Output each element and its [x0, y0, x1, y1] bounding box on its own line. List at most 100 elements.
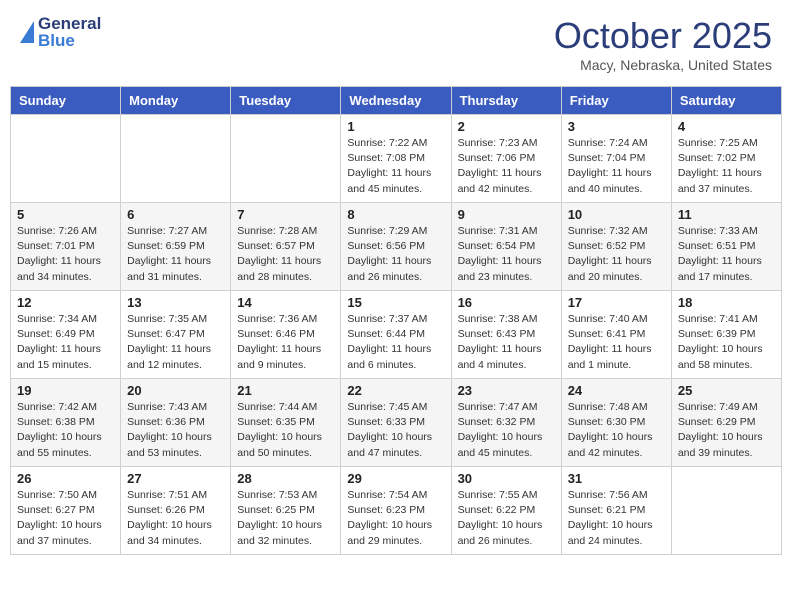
- day-number: 25: [678, 383, 775, 398]
- day-number: 4: [678, 119, 775, 134]
- logo-general: General: [38, 15, 101, 32]
- day-number: 12: [17, 295, 114, 310]
- calendar-cell: 19 Sunrise: 7:42 AM Sunset: 6:38 PM Dayli…: [11, 379, 121, 467]
- day-info: Sunrise: 7:53 AM Sunset: 6:25 PM Dayligh…: [237, 488, 334, 549]
- day-info: Sunrise: 7:55 AM Sunset: 6:22 PM Dayligh…: [458, 488, 555, 549]
- calendar-cell: 21Sunrise: 7:44 AM Sunset: 6:35 PM Dayli…: [231, 379, 341, 467]
- logo-text: General Blue: [38, 15, 101, 49]
- month-title: October 2025: [554, 15, 772, 57]
- logo-blue: Blue: [38, 32, 101, 49]
- day-info: Sunrise: 7:54 AM Sunset: 6:23 PM Dayligh…: [347, 488, 444, 549]
- calendar-cell: 29Sunrise: 7:54 AM Sunset: 6:23 PM Dayli…: [341, 467, 451, 555]
- day-number: 23: [458, 383, 555, 398]
- calendar-cell: 30 Sunrise: 7:55 AM Sunset: 6:22 PM Dayli…: [451, 467, 561, 555]
- calendar-week-1: 1Sunrise: 7:22 AM Sunset: 7:08 PM Daylig…: [11, 115, 782, 203]
- day-number: 21: [237, 383, 334, 398]
- day-number: 20: [127, 383, 224, 398]
- title-block: October 2025 Macy, Nebraska, United Stat…: [554, 15, 772, 73]
- day-number: 28: [237, 471, 334, 486]
- calendar-cell: 16 Sunrise: 7:38 AM Sunset: 6:43 PM Dayli…: [451, 291, 561, 379]
- day-number: 2: [458, 119, 555, 134]
- day-number: 16: [458, 295, 555, 310]
- header-wednesday: Wednesday: [341, 87, 451, 115]
- day-info: Sunrise: 7:34 AM Sunset: 6:49 PM Dayligh…: [17, 312, 114, 373]
- calendar-cell: 4 Sunrise: 7:25 AM Sunset: 7:02 PM Daylig…: [671, 115, 781, 203]
- calendar-cell: 17Sunrise: 7:40 AM Sunset: 6:41 PM Dayli…: [561, 291, 671, 379]
- day-number: 10: [568, 207, 665, 222]
- day-number: 30: [458, 471, 555, 486]
- day-info: Sunrise: 7:48 AM Sunset: 6:30 PM Dayligh…: [568, 400, 665, 461]
- day-info: Sunrise: 7:22 AM Sunset: 7:08 PM Dayligh…: [347, 136, 444, 197]
- calendar-cell: 8Sunrise: 7:29 AM Sunset: 6:56 PM Daylig…: [341, 203, 451, 291]
- calendar-week-5: 26 Sunrise: 7:50 AM Sunset: 6:27 PM Dayli…: [11, 467, 782, 555]
- day-info: Sunrise: 7:56 AM Sunset: 6:21 PM Dayligh…: [568, 488, 665, 549]
- day-number: 13: [127, 295, 224, 310]
- calendar-cell: 20Sunrise: 7:43 AM Sunset: 6:36 PM Dayli…: [121, 379, 231, 467]
- day-info: Sunrise: 7:45 AM Sunset: 6:33 PM Dayligh…: [347, 400, 444, 461]
- day-number: 3: [568, 119, 665, 134]
- day-info: Sunrise: 7:29 AM Sunset: 6:56 PM Dayligh…: [347, 224, 444, 285]
- calendar-cell: 6Sunrise: 7:27 AM Sunset: 6:59 PM Daylig…: [121, 203, 231, 291]
- day-number: 17: [568, 295, 665, 310]
- calendar-week-4: 19 Sunrise: 7:42 AM Sunset: 6:38 PM Dayli…: [11, 379, 782, 467]
- day-info: Sunrise: 7:38 AM Sunset: 6:43 PM Dayligh…: [458, 312, 555, 373]
- calendar-header-row: SundayMondayTuesdayWednesdayThursdayFrid…: [11, 87, 782, 115]
- calendar-cell: 2 Sunrise: 7:23 AM Sunset: 7:06 PM Daylig…: [451, 115, 561, 203]
- calendar-cell: [11, 115, 121, 203]
- calendar-cell: [231, 115, 341, 203]
- day-info: Sunrise: 7:41 AM Sunset: 6:39 PM Dayligh…: [678, 312, 775, 373]
- day-number: 19: [17, 383, 114, 398]
- calendar-cell: 3 Sunrise: 7:24 AM Sunset: 7:04 PM Daylig…: [561, 115, 671, 203]
- day-number: 9: [458, 207, 555, 222]
- day-info: Sunrise: 7:32 AM Sunset: 6:52 PM Dayligh…: [568, 224, 665, 285]
- calendar-cell: 11Sunrise: 7:33 AM Sunset: 6:51 PM Dayli…: [671, 203, 781, 291]
- day-info: Sunrise: 7:26 AM Sunset: 7:01 PM Dayligh…: [17, 224, 114, 285]
- calendar-table: SundayMondayTuesdayWednesdayThursdayFrid…: [10, 86, 782, 555]
- day-info: Sunrise: 7:51 AM Sunset: 6:26 PM Dayligh…: [127, 488, 224, 549]
- day-info: Sunrise: 7:28 AM Sunset: 6:57 PM Dayligh…: [237, 224, 334, 285]
- header-saturday: Saturday: [671, 87, 781, 115]
- day-number: 7: [237, 207, 334, 222]
- calendar-cell: 15 Sunrise: 7:37 AM Sunset: 6:44 PM Dayli…: [341, 291, 451, 379]
- header-thursday: Thursday: [451, 87, 561, 115]
- calendar-cell: 25 Sunrise: 7:49 AM Sunset: 6:29 PM Dayli…: [671, 379, 781, 467]
- day-info: Sunrise: 7:27 AM Sunset: 6:59 PM Dayligh…: [127, 224, 224, 285]
- day-info: Sunrise: 7:33 AM Sunset: 6:51 PM Dayligh…: [678, 224, 775, 285]
- day-info: Sunrise: 7:47 AM Sunset: 6:32 PM Dayligh…: [458, 400, 555, 461]
- day-number: 26: [17, 471, 114, 486]
- calendar-cell: 23 Sunrise: 7:47 AM Sunset: 6:32 PM Dayli…: [451, 379, 561, 467]
- location: Macy, Nebraska, United States: [554, 57, 772, 73]
- calendar-cell: 18 Sunrise: 7:41 AM Sunset: 6:39 PM Dayli…: [671, 291, 781, 379]
- day-info: Sunrise: 7:36 AM Sunset: 6:46 PM Dayligh…: [237, 312, 334, 373]
- calendar-cell: 5 Sunrise: 7:26 AM Sunset: 7:01 PM Daylig…: [11, 203, 121, 291]
- day-info: Sunrise: 7:25 AM Sunset: 7:02 PM Dayligh…: [678, 136, 775, 197]
- day-number: 31: [568, 471, 665, 486]
- day-info: Sunrise: 7:50 AM Sunset: 6:27 PM Dayligh…: [17, 488, 114, 549]
- calendar-cell: 1Sunrise: 7:22 AM Sunset: 7:08 PM Daylig…: [341, 115, 451, 203]
- header-friday: Friday: [561, 87, 671, 115]
- day-number: 15: [347, 295, 444, 310]
- calendar-cell: [121, 115, 231, 203]
- day-info: Sunrise: 7:24 AM Sunset: 7:04 PM Dayligh…: [568, 136, 665, 197]
- calendar-cell: 26 Sunrise: 7:50 AM Sunset: 6:27 PM Dayli…: [11, 467, 121, 555]
- day-number: 18: [678, 295, 775, 310]
- calendar-cell: [671, 467, 781, 555]
- day-info: Sunrise: 7:35 AM Sunset: 6:47 PM Dayligh…: [127, 312, 224, 373]
- calendar-cell: 9 Sunrise: 7:31 AM Sunset: 6:54 PM Daylig…: [451, 203, 561, 291]
- day-number: 22: [347, 383, 444, 398]
- calendar-cell: 28 Sunrise: 7:53 AM Sunset: 6:25 PM Dayli…: [231, 467, 341, 555]
- day-info: Sunrise: 7:23 AM Sunset: 7:06 PM Dayligh…: [458, 136, 555, 197]
- calendar-cell: 27 Sunrise: 7:51 AM Sunset: 6:26 PM Dayli…: [121, 467, 231, 555]
- calendar-cell: 24Sunrise: 7:48 AM Sunset: 6:30 PM Dayli…: [561, 379, 671, 467]
- day-info: Sunrise: 7:37 AM Sunset: 6:44 PM Dayligh…: [347, 312, 444, 373]
- day-info: Sunrise: 7:49 AM Sunset: 6:29 PM Dayligh…: [678, 400, 775, 461]
- day-number: 5: [17, 207, 114, 222]
- day-number: 14: [237, 295, 334, 310]
- day-info: Sunrise: 7:42 AM Sunset: 6:38 PM Dayligh…: [17, 400, 114, 461]
- calendar-cell: 10 Sunrise: 7:32 AM Sunset: 6:52 PM Dayli…: [561, 203, 671, 291]
- calendar-cell: 22 Sunrise: 7:45 AM Sunset: 6:33 PM Dayli…: [341, 379, 451, 467]
- page-header: General Blue October 2025 Macy, Nebraska…: [10, 10, 782, 78]
- day-number: 27: [127, 471, 224, 486]
- day-info: Sunrise: 7:31 AM Sunset: 6:54 PM Dayligh…: [458, 224, 555, 285]
- calendar-cell: 14 Sunrise: 7:36 AM Sunset: 6:46 PM Dayli…: [231, 291, 341, 379]
